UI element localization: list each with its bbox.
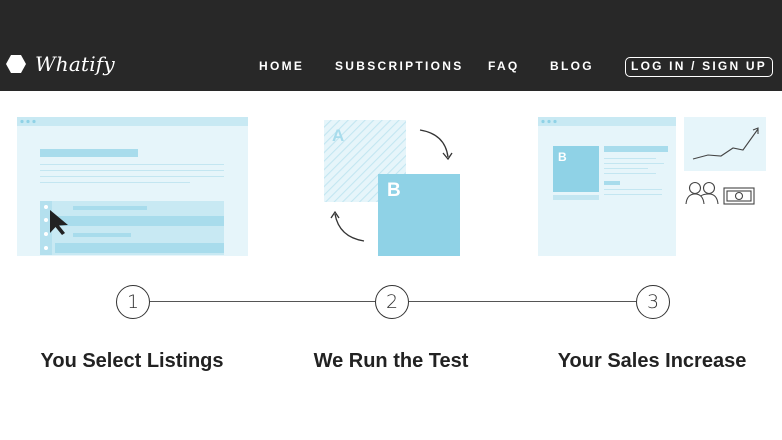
variant-a-label: A — [332, 126, 345, 145]
sales-graphic — [538, 117, 766, 256]
money-icon — [723, 187, 755, 205]
site-header: Whatify HOME SUBSCRIPTIONS FAQ BLOG LOG … — [0, 0, 782, 91]
login-signup-button[interactable]: LOG IN / SIGN UP — [625, 57, 773, 77]
step-3-number: 3 — [636, 285, 670, 319]
nav-home[interactable]: HOME — [259, 59, 304, 73]
step-connector — [409, 301, 636, 302]
step-1-title: You Select Listings — [40, 350, 224, 372]
main-nav: HOME SUBSCRIPTIONS FAQ BLOG LOG IN / SIG… — [0, 57, 782, 77]
step-3-title: Your Sales Increase — [557, 350, 747, 372]
sales-chart-card — [684, 117, 766, 171]
sales-increase-illustration: B — [538, 117, 770, 257]
variant-b-label: B — [387, 180, 401, 201]
step-connector — [150, 301, 375, 302]
step-2-number: 2 — [375, 285, 409, 319]
customers-icon — [685, 181, 719, 205]
nav-blog[interactable]: BLOG — [550, 59, 594, 73]
ab-test-illustration: A B — [324, 118, 464, 258]
nav-subscriptions[interactable]: SUBSCRIPTIONS — [335, 59, 464, 73]
browser-window-graphic — [17, 117, 248, 256]
nav-faq[interactable]: FAQ — [488, 59, 520, 73]
listing-b-label: B — [558, 150, 567, 164]
select-listings-illustration — [17, 117, 249, 257]
step-2-title: We Run the Test — [313, 350, 469, 372]
step-1-number: 1 — [116, 285, 150, 319]
